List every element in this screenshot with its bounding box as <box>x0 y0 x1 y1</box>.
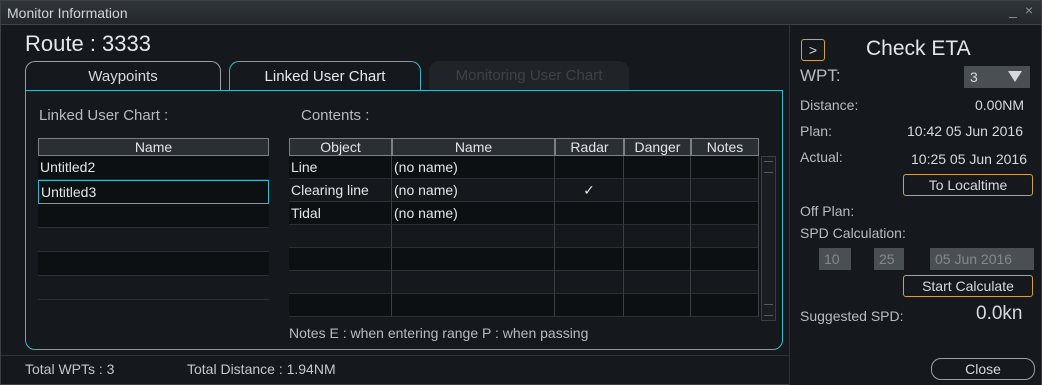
linked-user-chart-label: Linked User Chart : <box>39 107 169 124</box>
check-eta-panel: > Check ETA WPT: 3 Distance: 0.00NM Plan… <box>789 25 1041 385</box>
spd-calculation-label: SPD Calculation: <box>800 225 906 241</box>
actual-value: 10:25 05 Jun 2016 <box>911 151 1027 167</box>
cell-danger[interactable] <box>624 179 691 202</box>
cell-radar[interactable] <box>555 248 624 271</box>
cell-radar[interactable] <box>555 225 624 248</box>
linked-chart-list: Name Untitled2 Untitled3 <box>38 138 269 300</box>
cell-object: Tidal <box>289 202 392 225</box>
title-bar: Monitor Information _ × <box>1 1 1041 25</box>
cell-notes[interactable] <box>691 156 759 179</box>
tab-linked-user-chart[interactable]: Linked User Chart <box>229 61 421 91</box>
cell-name: (no name) <box>392 179 555 202</box>
notes-legend: Notes E : when entering range P : when p… <box>289 325 589 341</box>
cell-object: Line <box>289 156 392 179</box>
wpt-select[interactable]: 3 <box>964 66 1030 88</box>
chevron-down-icon <box>1008 71 1022 82</box>
table-row[interactable] <box>289 248 759 271</box>
contents-header: Object Name Radar Danger Notes <box>289 138 759 156</box>
cell-notes[interactable] <box>691 248 759 271</box>
cell-radar[interactable] <box>555 294 624 317</box>
cell-radar[interactable] <box>555 202 624 225</box>
cell-notes[interactable] <box>691 179 759 202</box>
cell-object: Clearing line <box>289 179 392 202</box>
col-radar[interactable]: Radar <box>555 138 624 156</box>
table-row[interactable] <box>289 271 759 294</box>
to-localtime-button[interactable]: To Localtime <box>903 174 1033 196</box>
cell-danger[interactable] <box>624 202 691 225</box>
table-row[interactable]: Line (no name) <box>289 156 759 179</box>
cell-danger[interactable] <box>624 225 691 248</box>
col-danger[interactable]: Danger <box>624 138 691 156</box>
contents-scrollbar[interactable] <box>761 156 776 321</box>
plan-label: Plan: <box>800 123 832 139</box>
list-item[interactable] <box>38 204 269 228</box>
cell-name <box>392 294 555 317</box>
cell-object <box>289 248 392 271</box>
distance-label: Distance: <box>800 97 859 113</box>
status-bar: Total WPTs : 3 Total Distance : 1.94NM <box>1 355 789 385</box>
list-body: Untitled2 Untitled3 <box>38 156 269 300</box>
table-row[interactable] <box>289 225 759 248</box>
calc-hour-input[interactable]: 10 <box>819 248 851 270</box>
table-row[interactable]: Clearing line (no name) ✓ <box>289 179 759 202</box>
window-controls[interactable]: _ × <box>1009 2 1035 18</box>
monitor-information-window: Monitor Information _ × Route : 3333 Way… <box>0 0 1042 385</box>
list-item[interactable] <box>38 228 269 252</box>
calc-date-input[interactable]: 05 Jun 2016 <box>930 248 1034 270</box>
cell-name: (no name) <box>392 202 555 225</box>
contents-label: Contents : <box>301 107 370 124</box>
suggested-spd-value: 0.0kn <box>976 303 1023 324</box>
list-item-selected[interactable]: Untitled3 <box>38 180 269 204</box>
cell-radar-check-icon[interactable]: ✓ <box>555 179 624 202</box>
wpt-label: WPT: <box>800 66 841 85</box>
expand-button[interactable]: > <box>801 39 825 61</box>
actual-label: Actual: <box>800 149 843 165</box>
cell-danger[interactable] <box>624 271 691 294</box>
cell-notes[interactable] <box>691 225 759 248</box>
list-header-name[interactable]: Name <box>38 138 269 156</box>
route-title: Route : 3333 <box>25 31 151 56</box>
distance-value: 0.00NM <box>975 97 1025 113</box>
contents-table: Object Name Radar Danger Notes Line (no … <box>289 138 759 317</box>
cell-object <box>289 271 392 294</box>
cell-notes[interactable] <box>691 202 759 225</box>
cell-danger[interactable] <box>624 248 691 271</box>
cell-danger[interactable] <box>624 156 691 179</box>
plan-value: 10:42 05 Jun 2016 <box>907 123 1023 139</box>
contents-body: Line (no name) Clearing line (no name) ✓… <box>289 156 759 317</box>
table-row[interactable] <box>289 294 759 317</box>
start-calculate-button[interactable]: Start Calculate <box>903 275 1033 297</box>
col-object[interactable]: Object <box>289 138 392 156</box>
list-item[interactable] <box>38 252 269 276</box>
cell-notes[interactable] <box>691 271 759 294</box>
off-plan-label: Off Plan: <box>800 203 855 219</box>
cell-object <box>289 294 392 317</box>
window-title: Monitor Information <box>7 5 128 21</box>
calc-minute-input[interactable]: 25 <box>874 248 904 270</box>
cell-object <box>289 225 392 248</box>
cell-radar[interactable] <box>555 156 624 179</box>
cell-name <box>392 248 555 271</box>
wpt-value: 3 <box>970 69 978 85</box>
col-name[interactable]: Name <box>392 138 555 156</box>
close-button[interactable]: Close <box>931 358 1035 380</box>
list-item[interactable] <box>38 276 269 300</box>
scroll-up-grip[interactable] <box>764 161 773 173</box>
cell-radar[interactable] <box>555 271 624 294</box>
scroll-down-grip[interactable] <box>764 304 773 316</box>
tab-waypoints[interactable]: Waypoints <box>25 61 221 91</box>
suggested-spd-label: Suggested SPD: <box>800 308 904 324</box>
cell-notes[interactable] <box>691 294 759 317</box>
cell-name: (no name) <box>392 156 555 179</box>
total-wpts: Total WPTs : 3 <box>25 361 115 377</box>
cell-danger[interactable] <box>624 294 691 317</box>
list-item[interactable]: Untitled2 <box>38 156 269 180</box>
total-distance: Total Distance : 1.94NM <box>187 361 336 377</box>
table-row[interactable]: Tidal (no name) <box>289 202 759 225</box>
cell-name <box>392 225 555 248</box>
check-eta-title: Check ETA <box>866 37 971 60</box>
cell-name <box>392 271 555 294</box>
col-notes[interactable]: Notes <box>691 138 759 156</box>
tab-monitoring-user-chart: Monitoring User Chart <box>429 61 629 91</box>
